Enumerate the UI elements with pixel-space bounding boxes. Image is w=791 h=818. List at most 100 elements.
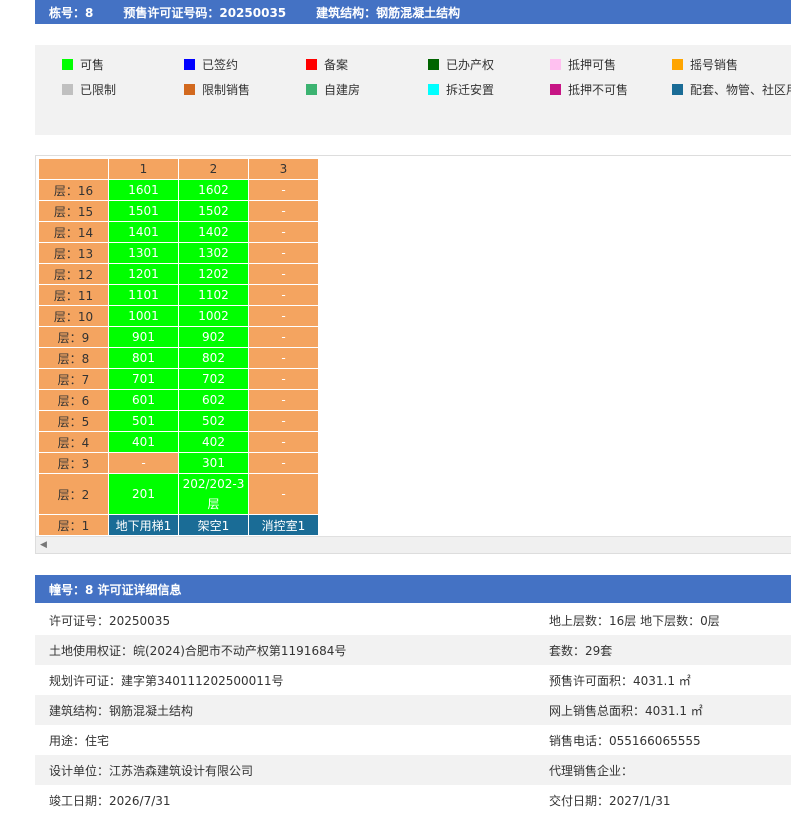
unit-cell-empty: - — [248, 410, 319, 432]
unit-cell[interactable]: 701 — [108, 368, 179, 390]
grid-floor-row: 层：9 901 902- — [38, 326, 319, 348]
grid-floor-row: 层：3-301- — [38, 452, 319, 474]
unit-cell[interactable]: 1502 — [178, 200, 249, 222]
legend-item: 已限制 — [62, 81, 116, 98]
floor-label: 层：15 — [38, 200, 109, 222]
legend-item: 限制销售 — [184, 81, 250, 98]
legend-item: 拆迁安置 — [428, 81, 494, 98]
legend-label: 自建房 — [324, 83, 361, 97]
unit-cell-empty: - — [248, 452, 319, 474]
unit-cell-empty: - — [248, 389, 319, 411]
unit-cell[interactable]: 502 — [178, 410, 249, 432]
grid-corner — [38, 158, 109, 180]
grid-column-header: 3 — [248, 158, 319, 180]
detail-left-value: 建筑结构：钢筋混凝土结构 — [49, 703, 194, 718]
building-header: 栋号：8 预售许可证号码：20250035 建筑结构：钢筋混凝土结构 — [35, 0, 791, 24]
horizontal-scrollbar[interactable]: ◀ — [36, 536, 791, 553]
unit-cell[interactable]: 1601 — [108, 179, 179, 201]
grid-floor-row: 层：2 201 202/202-3层 - — [38, 473, 319, 515]
unit-cell[interactable]: 902 — [178, 326, 249, 348]
unit-cell[interactable]: 901 — [108, 326, 179, 348]
grid-floor-row: 层：7 701 702- — [38, 368, 319, 390]
scroll-left-icon[interactable]: ◀ — [40, 540, 47, 550]
unit-cell[interactable]: 702 — [178, 368, 249, 390]
legend-swatch-icon — [62, 84, 73, 95]
legend-swatch-icon — [306, 59, 317, 70]
unit-cell[interactable]: 1002 — [178, 305, 249, 327]
unit-cell[interactable]: 401 — [108, 431, 179, 453]
legend-swatch-icon — [184, 84, 195, 95]
unit-cell[interactable]: 1001 — [108, 305, 179, 327]
unit-cell[interactable]: 601 — [108, 389, 179, 411]
unit-cell[interactable]: 架空1 — [178, 514, 249, 536]
unit-cell[interactable]: 1101 — [108, 284, 179, 306]
detail-right-value: 代理销售企业： — [549, 763, 634, 778]
detail-row: 设计单位：江苏浩森建筑设计有限公司 代理销售企业： — [35, 755, 791, 785]
legend-swatch-icon — [428, 59, 439, 70]
detail-left-value: 规划许可证：建字第340111202500011号 — [49, 673, 284, 688]
legend-swatch-icon — [550, 84, 561, 95]
detail-right-value: 预售许可面积：4031.1 ㎡ — [549, 673, 691, 688]
unit-cell-empty: - — [248, 242, 319, 264]
unit-cell[interactable]: 1301 — [108, 242, 179, 264]
unit-cell[interactable]: 301 — [178, 452, 249, 474]
unit-grid: 1 2 3 层：16 1601 1602- 层：15 1501 1502- 层：14 1401 140… — [38, 158, 319, 536]
unit-cell[interactable]: 1401 — [108, 221, 179, 243]
legend-item: 备案 — [306, 56, 348, 73]
unit-cell[interactable]: 402 — [178, 431, 249, 453]
grid-column-header: 1 — [108, 158, 179, 180]
unit-cell-empty: - — [248, 368, 319, 390]
unit-cell[interactable]: 202/202-3层 — [178, 473, 249, 515]
legend-label: 配套、物管、社区用 — [690, 83, 791, 97]
unit-cell-empty: - — [248, 473, 319, 515]
legend-swatch-icon — [306, 84, 317, 95]
building-number: 栋号：8 — [49, 5, 94, 20]
detail-row: 用途：住宅 销售电话：055166065555 — [35, 725, 791, 755]
legend-item: 已签约 — [184, 56, 238, 73]
grid-column-header: 2 — [178, 158, 249, 180]
unit-cell[interactable]: 1102 — [178, 284, 249, 306]
floor-label: 层：3 — [38, 452, 109, 474]
detail-row: 建筑结构：钢筋混凝土结构 网上销售总面积：4031.1 ㎡ — [35, 695, 791, 725]
unit-cell[interactable]: 201 — [108, 473, 179, 515]
legend-label: 摇号销售 — [690, 58, 739, 72]
legend-label: 可售 — [80, 58, 105, 72]
grid-floor-row: 层：1 地下用梯1 架空1 消控室1 — [38, 514, 319, 536]
grid-floor-row: 层：12 1201 1202- — [38, 263, 319, 285]
grid-floor-row: 层：16 1601 1602- — [38, 179, 319, 201]
legend-label: 限制销售 — [202, 83, 251, 97]
detail-left-value: 许可证号：20250035 — [49, 613, 171, 628]
legend-item: 抵押可售 — [550, 56, 616, 73]
floor-label: 层：2 — [38, 473, 109, 515]
detail-row: 规划许可证：建字第340111202500011号 预售许可面积：4031.1 ㎡ — [35, 665, 791, 695]
unit-cell-empty: - — [108, 452, 179, 474]
grid-header-row: 123 — [38, 158, 319, 180]
unit-cell[interactable]: 地下用梯1 — [108, 514, 179, 536]
floor-label: 层：5 — [38, 410, 109, 432]
unit-cell[interactable]: 1201 — [108, 263, 179, 285]
unit-cell[interactable]: 801 — [108, 347, 179, 369]
detail-left-value: 竣工日期：2026/7/31 — [49, 793, 171, 808]
unit-cell[interactable]: 1202 — [178, 263, 249, 285]
unit-cell[interactable]: 602 — [178, 389, 249, 411]
unit-cell[interactable]: 1501 — [108, 200, 179, 222]
floor-label: 层：10 — [38, 305, 109, 327]
unit-cell[interactable]: 501 — [108, 410, 179, 432]
floor-label: 层：11 — [38, 284, 109, 306]
unit-cell-empty: - — [248, 263, 319, 285]
detail-row: 竣工日期：2026/7/31 交付日期：2027/1/31 — [35, 785, 791, 815]
grid-floor-row: 层：14 1401 1402- — [38, 221, 319, 243]
legend-label: 备案 — [324, 58, 349, 72]
unit-cell[interactable]: 1302 — [178, 242, 249, 264]
permit-details-header: 幢号：8 许可证详细信息 — [35, 575, 791, 603]
unit-cell[interactable]: 消控室1 — [248, 514, 319, 536]
unit-cell-empty: - — [248, 431, 319, 453]
legend-swatch-icon — [62, 59, 73, 70]
unit-cell[interactable]: 1602 — [178, 179, 249, 201]
unit-cell[interactable]: 1402 — [178, 221, 249, 243]
unit-cell[interactable]: 802 — [178, 347, 249, 369]
grid-floor-row: 层：4 401 402- — [38, 431, 319, 453]
legend-swatch-icon — [672, 59, 683, 70]
unit-cell-empty: - — [248, 221, 319, 243]
detail-right-value: 地上层数：16层 地下层数：0层 — [549, 613, 720, 628]
